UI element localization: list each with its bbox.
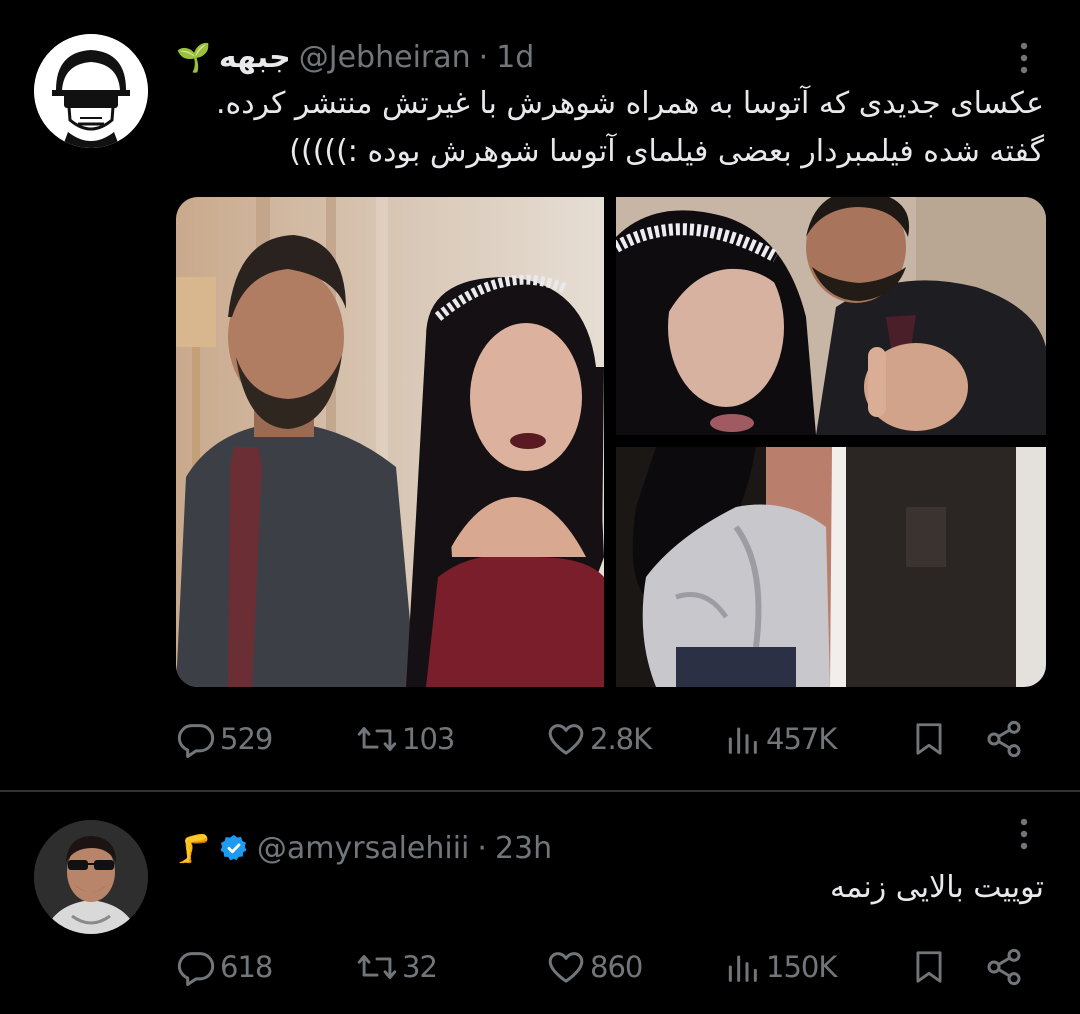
leg-emoji-icon: 🦵 — [176, 831, 211, 865]
tweet-actions: 618 32 860 150K — [176, 942, 1036, 992]
like-count: 2.8K — [590, 722, 652, 756]
more-options-icon[interactable] — [1018, 40, 1030, 76]
more-options-icon[interactable] — [1018, 816, 1030, 852]
share-icon — [987, 948, 1021, 986]
view-count: 457K — [766, 722, 837, 756]
views-button[interactable]: 457K — [722, 714, 837, 764]
bookmark-button[interactable] — [910, 714, 948, 764]
heart-icon — [548, 952, 584, 983]
like-button[interactable]: 2.8K — [546, 714, 652, 764]
view-count: 150K — [766, 950, 837, 984]
media-photo[interactable] — [176, 197, 604, 687]
media-grid[interactable] — [176, 197, 1046, 687]
tweet-text: عکسای جدیدی که آتوسا به همراه شوهرش با غ… — [176, 80, 1044, 176]
timestamp[interactable]: 1d — [496, 40, 534, 75]
tweet-text-line: عکسای جدیدی که آتوسا به همراه شوهرش با غ… — [215, 86, 1044, 121]
retweet-icon — [357, 955, 397, 979]
user-handle[interactable]: @Jebheiran — [299, 40, 471, 75]
retweet-count: 103 — [402, 722, 455, 756]
tweet[interactable]: 🌱 جبهه @Jebheiran · 1d عکسای جدیدی که آت… — [0, 0, 1080, 790]
share-button[interactable] — [984, 714, 1024, 764]
like-button[interactable]: 860 — [546, 942, 643, 992]
heart-icon — [548, 724, 584, 755]
media-photo[interactable] — [616, 197, 1046, 435]
retweet-count: 32 — [402, 950, 438, 984]
timestamp[interactable]: 23h — [495, 831, 552, 866]
views-chart-icon — [728, 955, 757, 982]
media-photo[interactable] — [616, 447, 1046, 687]
reply-button[interactable]: 529 — [176, 714, 273, 764]
reply-icon — [177, 724, 215, 758]
avatar[interactable] — [34, 820, 148, 934]
tweet-text-line: توییت بالایی زنمه — [830, 870, 1044, 905]
display-name[interactable]: جبهه — [219, 40, 291, 75]
reply-count: 529 — [220, 722, 273, 756]
user-handle[interactable]: @amyrsalehiii — [257, 831, 470, 866]
views-chart-icon — [728, 727, 757, 754]
bookmark-icon — [916, 723, 942, 755]
bookmark-icon — [916, 951, 942, 983]
retweet-button[interactable]: 103 — [356, 714, 455, 764]
tweet-actions: 529 103 2.8K 457K — [176, 714, 1036, 764]
tweet-header: 🌱 جبهه @Jebheiran · 1d — [176, 35, 990, 79]
views-button[interactable]: 150K — [722, 942, 837, 992]
share-icon — [987, 720, 1021, 758]
share-button[interactable] — [984, 942, 1024, 992]
tweet[interactable]: 🦵 @amyrsalehiii · 23h توییت بالایی زنمه … — [0, 790, 1080, 1014]
user-avatar-photo — [34, 820, 148, 934]
tweet-text: توییت بالایی زنمه — [176, 864, 1044, 912]
retweet-icon — [357, 727, 397, 751]
like-count: 860 — [590, 950, 643, 984]
reply-count: 618 — [220, 950, 273, 984]
separator-dot: · — [478, 39, 489, 75]
verified-badge-icon — [220, 834, 247, 861]
sprout-emoji-icon: 🌱 — [176, 40, 211, 74]
avatar[interactable] — [34, 34, 148, 148]
tweet-text-line: گفته شده فیلمبردار بعضی فیلمای آتوسا شوه… — [289, 134, 1044, 169]
bookmark-button[interactable] — [910, 942, 948, 992]
separator-dot: · — [477, 830, 487, 866]
reply-button[interactable]: 618 — [176, 942, 273, 992]
helmet-mask-avatar-icon — [34, 34, 148, 148]
retweet-button[interactable]: 32 — [356, 942, 438, 992]
reply-icon — [177, 952, 215, 986]
